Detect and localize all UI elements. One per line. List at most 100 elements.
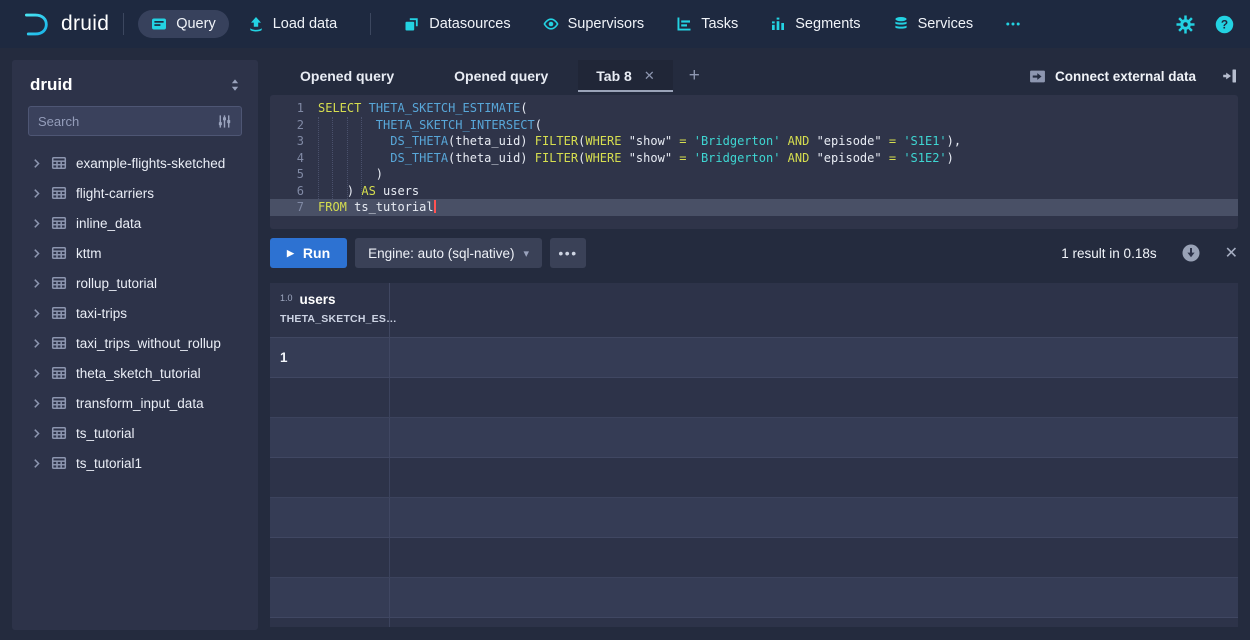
query-tab-2[interactable]: Opened query [424,60,578,92]
chevron-right-icon[interactable] [31,188,42,199]
close-results-icon[interactable]: ✕ [1225,243,1238,263]
code-lines: 1SELECT THETA_SKETCH_ESTIMATE(2 THETA_SK… [270,100,1238,216]
chevron-right-icon[interactable] [31,158,42,169]
chevron-right-icon[interactable] [31,308,42,319]
datasource-item[interactable]: taxi_trips_without_rollup [12,328,258,358]
datasource-item[interactable]: theta_sketch_tutorial [12,358,258,388]
nav-item-load-data[interactable]: Load data [235,10,351,38]
code-line[interactable]: 3 DS_THETA(theta_uid) FILTER(WHERE "show… [270,133,1238,150]
line-number: 2 [270,117,318,134]
add-tab-button[interactable]: + [673,60,716,92]
table-row[interactable] [270,378,1238,418]
chevron-right-icon[interactable] [31,278,42,289]
chevron-right-icon[interactable] [31,368,42,379]
result-status-text: 1 result in 0.18s [1061,246,1156,261]
line-content: DS_THETA(theta_uid) FILTER(WHERE "show" … [318,150,954,167]
datasource-item[interactable]: kttm [12,238,258,268]
code-line[interactable]: 5 ) [270,166,1238,183]
engine-select-button[interactable]: Engine: auto (sql-native) ▾ [355,238,542,268]
datasource-item[interactable]: flight-carriers [12,178,258,208]
help-icon[interactable]: ? [1215,15,1234,34]
connect-external-data-button[interactable]: Connect external data [1029,68,1196,85]
code-line[interactable]: 1SELECT THETA_SKETCH_ESTIMATE( [270,100,1238,117]
nav-item-services[interactable]: Services [880,10,987,38]
settings-gear-icon[interactable] [1176,15,1195,34]
open-side-panel-icon[interactable] [1222,68,1238,84]
search-input[interactable] [38,114,217,129]
code-line[interactable]: 6 ) AS users [270,183,1238,200]
datasource-name: rollup_tutorial [76,276,157,291]
chevron-right-icon[interactable] [31,398,42,409]
chevron-right-icon[interactable] [31,248,42,259]
nav-item-label: Services [918,16,974,32]
navbar-divider [370,13,371,35]
nav-item-label: Tasks [701,16,738,32]
navbar-menu: Query Load data Datasources Supervisors Task… [138,10,1034,38]
nav-item-segments[interactable]: Segments [757,10,873,38]
chevron-right-icon[interactable] [31,458,42,469]
code-line[interactable]: 7FROM ts_tutorial [270,199,1238,216]
result-cell-filler [390,498,1238,537]
results-column-header[interactable]: 1.0 users THETA_SKETCH_ES… [270,283,390,337]
table-icon [51,365,67,381]
table-row[interactable] [270,498,1238,538]
download-results-icon[interactable] [1181,243,1201,263]
datasource-item[interactable]: transform_input_data [12,388,258,418]
result-cell-filler [390,418,1238,457]
druid-brand[interactable]: druid [16,10,109,39]
nav-item-label: Datasources [429,16,510,32]
filter-sliders-icon[interactable] [217,114,232,129]
table-row[interactable] [270,618,1238,627]
column-type-badge: 1.0 [280,293,293,303]
nav-item-datasources[interactable]: Datasources [391,10,523,38]
datasource-item[interactable]: example-flights-sketched [12,148,258,178]
sql-editor[interactable]: 1SELECT THETA_SKETCH_ESTIMATE(2 THETA_SK… [270,95,1238,229]
nav-item-query[interactable]: Query [138,10,229,38]
search-box [28,106,242,136]
line-content: ) AS users [318,183,419,200]
code-line[interactable]: 4 DS_THETA(theta_uid) FILTER(WHERE "show… [270,150,1238,167]
close-tab-icon[interactable]: ✕ [644,68,655,84]
table-row[interactable] [270,458,1238,498]
datasources-icon [404,16,420,32]
tab-label: Opened query [454,68,548,84]
datasource-name: flight-carriers [76,186,154,201]
result-cell-filler [390,338,1238,377]
query-more-options-button[interactable]: ••• [550,238,586,268]
chevron-right-icon[interactable] [31,338,42,349]
result-cell-filler [390,618,1238,627]
table-row[interactable] [270,418,1238,458]
query-tab-1[interactable]: Opened query [270,60,424,92]
table-icon [51,245,67,261]
chevron-down-icon: ▾ [523,247,529,260]
table-row[interactable] [270,538,1238,578]
nav-more-button[interactable] [992,10,1034,38]
table-row[interactable] [270,578,1238,618]
datasource-item[interactable]: ts_tutorial [12,418,258,448]
code-line[interactable]: 2 THETA_SKETCH_INTERSECT( [270,117,1238,134]
line-content: THETA_SKETCH_INTERSECT( [318,117,542,134]
table-icon [51,455,67,471]
result-cell-filler [390,378,1238,417]
datasource-item[interactable]: inline_data [12,208,258,238]
nav-item-tasks[interactable]: Tasks [663,10,751,38]
table-row[interactable]: 1 [270,338,1238,378]
chevron-right-icon[interactable] [31,428,42,439]
query-tab-3[interactable]: Tab 8✕ [578,60,672,92]
sort-double-caret-icon[interactable] [228,78,242,92]
result-cell [270,618,390,627]
datasource-name: inline_data [76,216,141,231]
datasource-item[interactable]: taxi-trips [12,298,258,328]
engine-label: Engine: auto (sql-native) [368,246,514,261]
line-content: SELECT THETA_SKETCH_ESTIMATE( [318,100,528,117]
nav-item-label: Load data [273,16,338,32]
chevron-right-icon[interactable] [31,218,42,229]
connect-external-data-label: Connect external data [1055,69,1196,84]
datasource-item[interactable]: ts_tutorial1 [12,448,258,478]
datasource-item[interactable]: rollup_tutorial [12,268,258,298]
results-header-row: 1.0 users THETA_SKETCH_ES… [270,283,1238,338]
run-button[interactable]: ▶ Run [270,238,347,268]
line-number: 3 [270,133,318,150]
result-cell [270,458,390,497]
nav-item-supervisors[interactable]: Supervisors [530,10,658,38]
